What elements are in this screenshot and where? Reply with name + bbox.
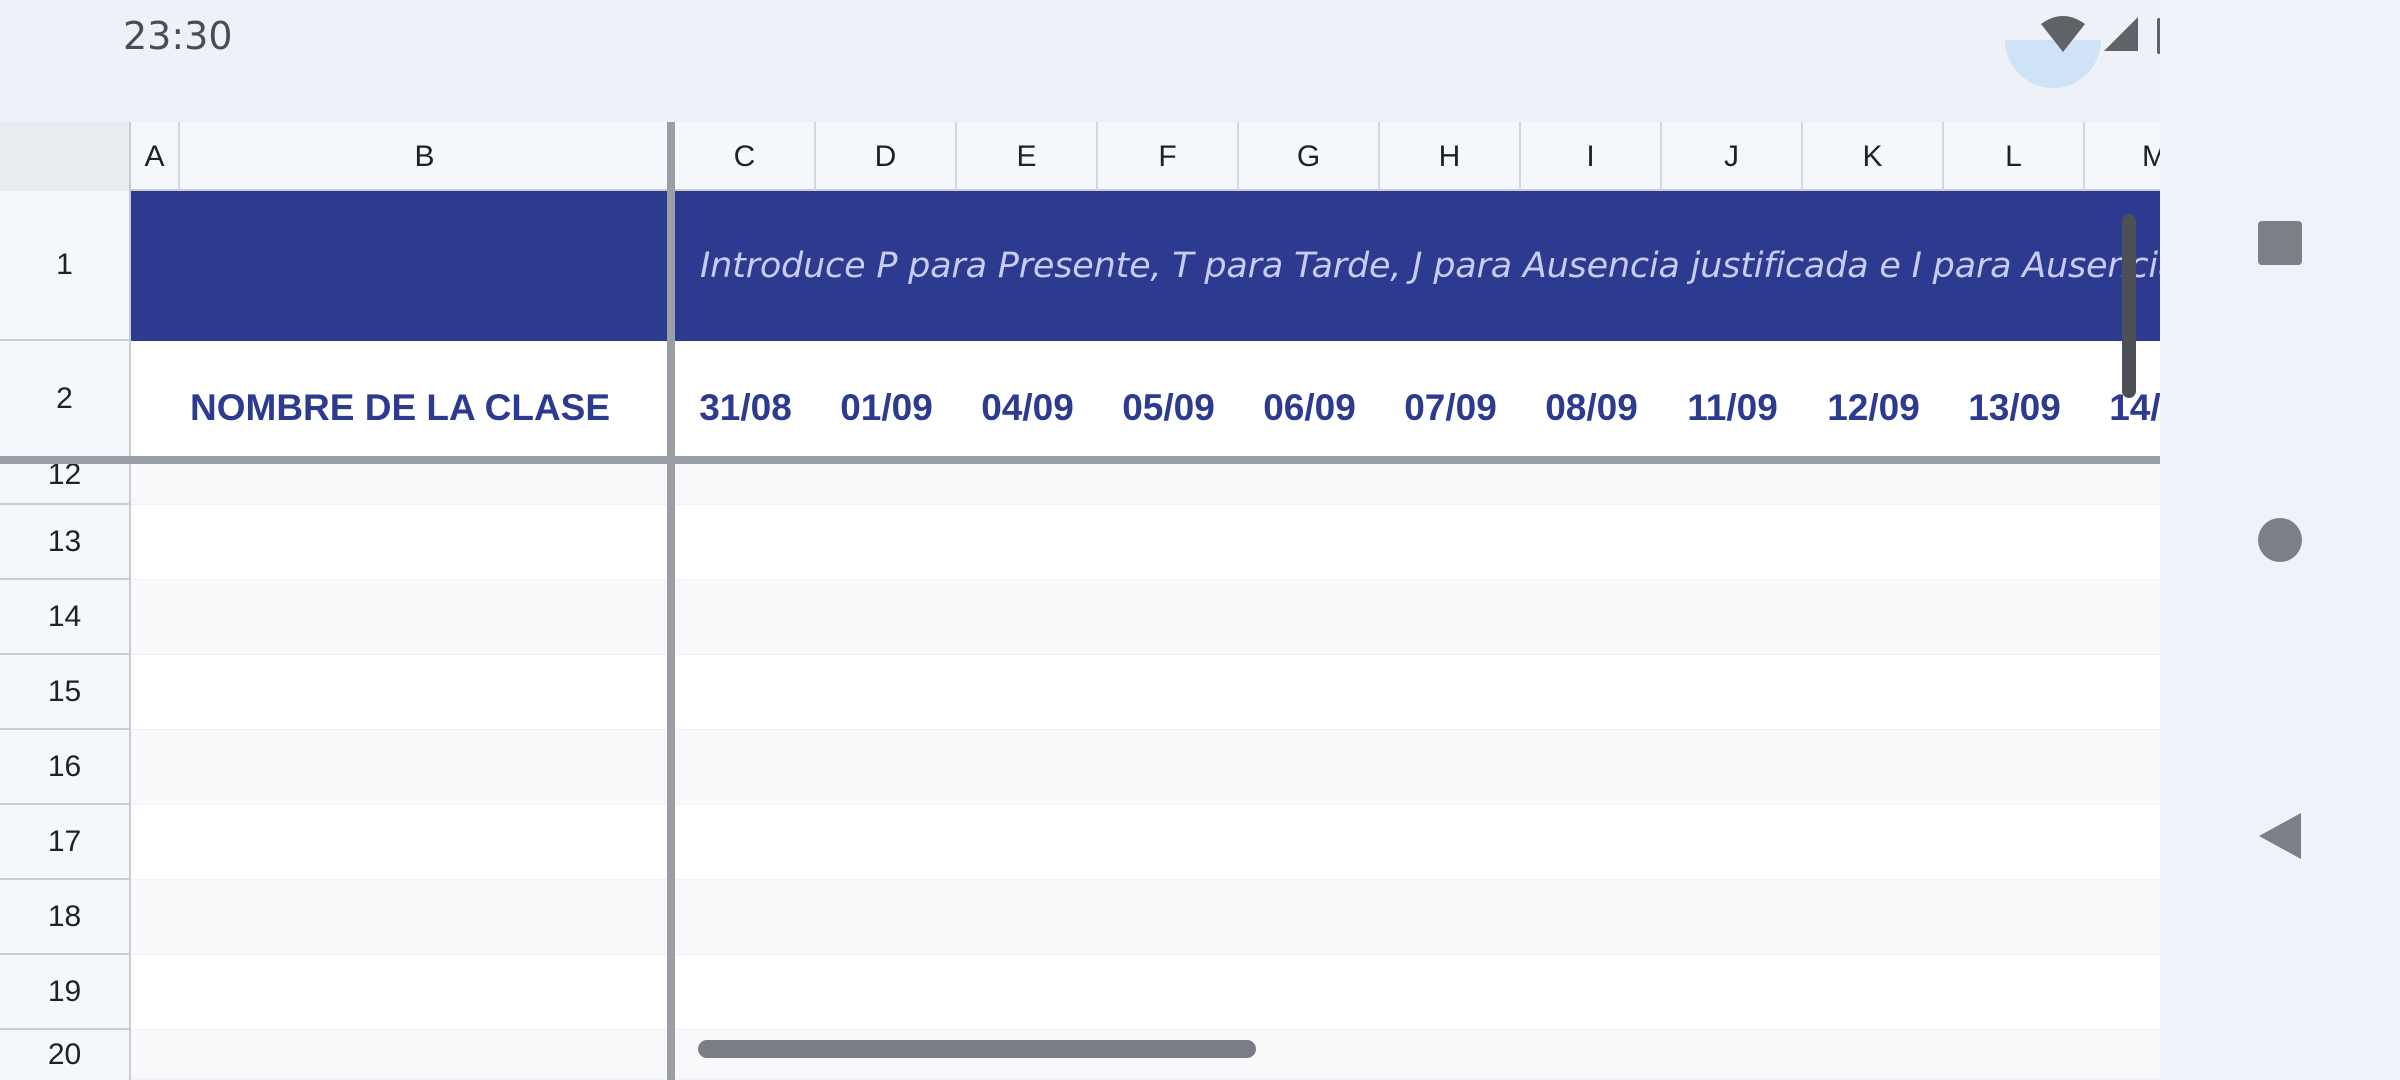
date-cell[interactable]: 12/09 <box>1803 387 1944 429</box>
back-button[interactable] <box>2220 776 2340 896</box>
select-all-corner[interactable] <box>0 122 131 191</box>
row-header-2[interactable]: 2 <box>0 341 131 456</box>
table-row[interactable] <box>131 505 2160 580</box>
home-circle-icon <box>2258 518 2302 562</box>
back-triangle-icon <box>2259 813 2301 859</box>
row-header-16[interactable]: 16 <box>0 730 131 805</box>
home-button[interactable] <box>2220 480 2340 600</box>
date-cell[interactable]: 05/09 <box>1098 387 1239 429</box>
date-cell[interactable]: 07/09 <box>1380 387 1521 429</box>
spreadsheet-grid[interactable]: A B C D E F G H I J K L M Introduce P pa… <box>0 122 2160 1080</box>
table-row[interactable] <box>131 880 2160 955</box>
row-header-1[interactable]: 1 <box>0 191 131 341</box>
column-header-f[interactable]: F <box>1098 122 1239 191</box>
column-header-j[interactable]: J <box>1662 122 1803 191</box>
recents-button[interactable] <box>2220 183 2340 303</box>
class-name-cell[interactable]: NOMBRE DE LA CLASE <box>190 387 610 429</box>
column-header-m[interactable]: M <box>2085 122 2160 191</box>
column-header-e[interactable]: E <box>957 122 1098 191</box>
date-cell[interactable]: 04/09 <box>957 387 1098 429</box>
system-icons <box>2040 14 2180 54</box>
column-header-a[interactable]: A <box>131 122 180 191</box>
column-header-c[interactable]: C <box>675 122 816 191</box>
row-header-14[interactable]: 14 <box>0 580 131 655</box>
date-cell[interactable]: 13/09 <box>1944 387 2085 429</box>
date-cell[interactable]: 08/09 <box>1521 387 1662 429</box>
column-header-b[interactable]: B <box>180 122 671 191</box>
column-header-d[interactable]: D <box>816 122 957 191</box>
vertical-scrollbar[interactable] <box>2122 214 2136 398</box>
table-row[interactable] <box>131 730 2160 805</box>
status-bar: 23:30 <box>0 0 2179 88</box>
frozen-columns-divider[interactable] <box>667 122 675 1080</box>
status-time: 23:30 <box>123 14 233 58</box>
column-header-g[interactable]: G <box>1239 122 1380 191</box>
row-header-19[interactable]: 19 <box>0 955 131 1030</box>
recents-square-icon <box>2258 221 2302 265</box>
frozen-rows-divider[interactable] <box>0 456 2160 464</box>
row-header-13[interactable]: 13 <box>0 505 131 580</box>
table-row[interactable] <box>131 464 2160 505</box>
row-header-17[interactable]: 17 <box>0 805 131 880</box>
instructions-banner-text: Introduce P para Presente, T para Tarde,… <box>700 246 2160 286</box>
table-row[interactable] <box>131 580 2160 655</box>
row-header-15[interactable]: 15 <box>0 655 131 730</box>
column-header-i[interactable]: I <box>1521 122 1662 191</box>
wifi-icon <box>2041 16 2085 52</box>
date-cell[interactable]: 06/09 <box>1239 387 1380 429</box>
row-header-12[interactable]: 12 <box>0 464 131 505</box>
cellular-signal-icon <box>2104 17 2138 51</box>
horizontal-scrollbar[interactable] <box>698 1040 1256 1058</box>
table-row[interactable] <box>131 805 2160 880</box>
row-header-18[interactable]: 18 <box>0 880 131 955</box>
table-row[interactable] <box>131 655 2160 730</box>
date-cell[interactable]: 01/09 <box>816 387 957 429</box>
column-header-h[interactable]: H <box>1380 122 1521 191</box>
date-cell[interactable]: 31/08 <box>675 387 816 429</box>
column-header-l[interactable]: L <box>1944 122 2085 191</box>
date-cell[interactable]: 11/09 <box>1662 387 1803 429</box>
table-row[interactable] <box>131 955 2160 1030</box>
navigation-bar <box>2160 0 2400 1080</box>
row-header-20[interactable]: 20 <box>0 1030 131 1080</box>
column-header-k[interactable]: K <box>1803 122 1944 191</box>
